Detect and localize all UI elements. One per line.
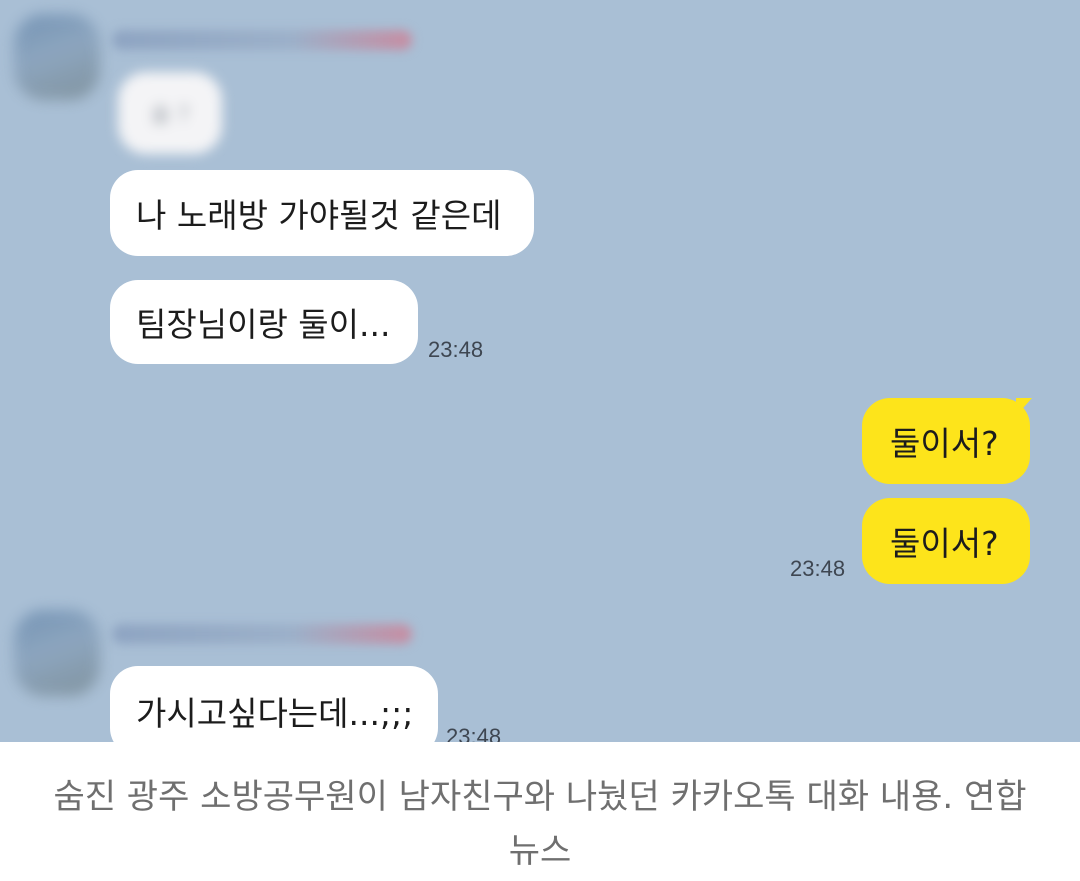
message-timestamp: 23:48 xyxy=(446,724,502,742)
message-bubble-incoming[interactable]: 나 노래방 가야될것 같은데 xyxy=(110,170,534,256)
message-timestamp: 23:48 xyxy=(790,556,846,581)
sender-name-blurred xyxy=(112,624,412,644)
chat-screenshot: 술 ? 나 노래방 가야될것 같은데 팀장님이랑 둘이... 23:48 둘이서… xyxy=(0,0,1080,742)
sender-avatar[interactable] xyxy=(14,14,100,100)
sender-avatar[interactable] xyxy=(14,610,100,696)
message-text: 술 ? xyxy=(150,103,190,128)
message-bubble-outgoing[interactable]: 둘이서? xyxy=(862,498,1030,584)
message-timestamp: 23:48 xyxy=(428,337,484,362)
message-text: 가시고싶다는데...;;; xyxy=(136,694,414,733)
message-text: 둘이서? xyxy=(890,424,999,463)
message-text: 둘이서? xyxy=(890,524,999,563)
bubble-tail xyxy=(1016,398,1032,416)
message-bubble-blurred[interactable]: 술 ? xyxy=(118,72,222,154)
message-bubble-outgoing[interactable]: 둘이서? xyxy=(862,398,1030,484)
sender-name-blurred xyxy=(112,30,412,50)
message-bubble-incoming[interactable]: 가시고싶다는데...;;; xyxy=(110,666,438,742)
message-text: 팀장님이랑 둘이... xyxy=(136,305,391,344)
message-text: 나 노래방 가야될것 같은데 xyxy=(136,196,502,235)
photo-caption: 숨진 광주 소방공무원이 남자친구와 나눴던 카카오톡 대화 내용. 연합뉴스 xyxy=(53,777,1027,871)
message-bubble-incoming[interactable]: 팀장님이랑 둘이... xyxy=(110,280,418,364)
